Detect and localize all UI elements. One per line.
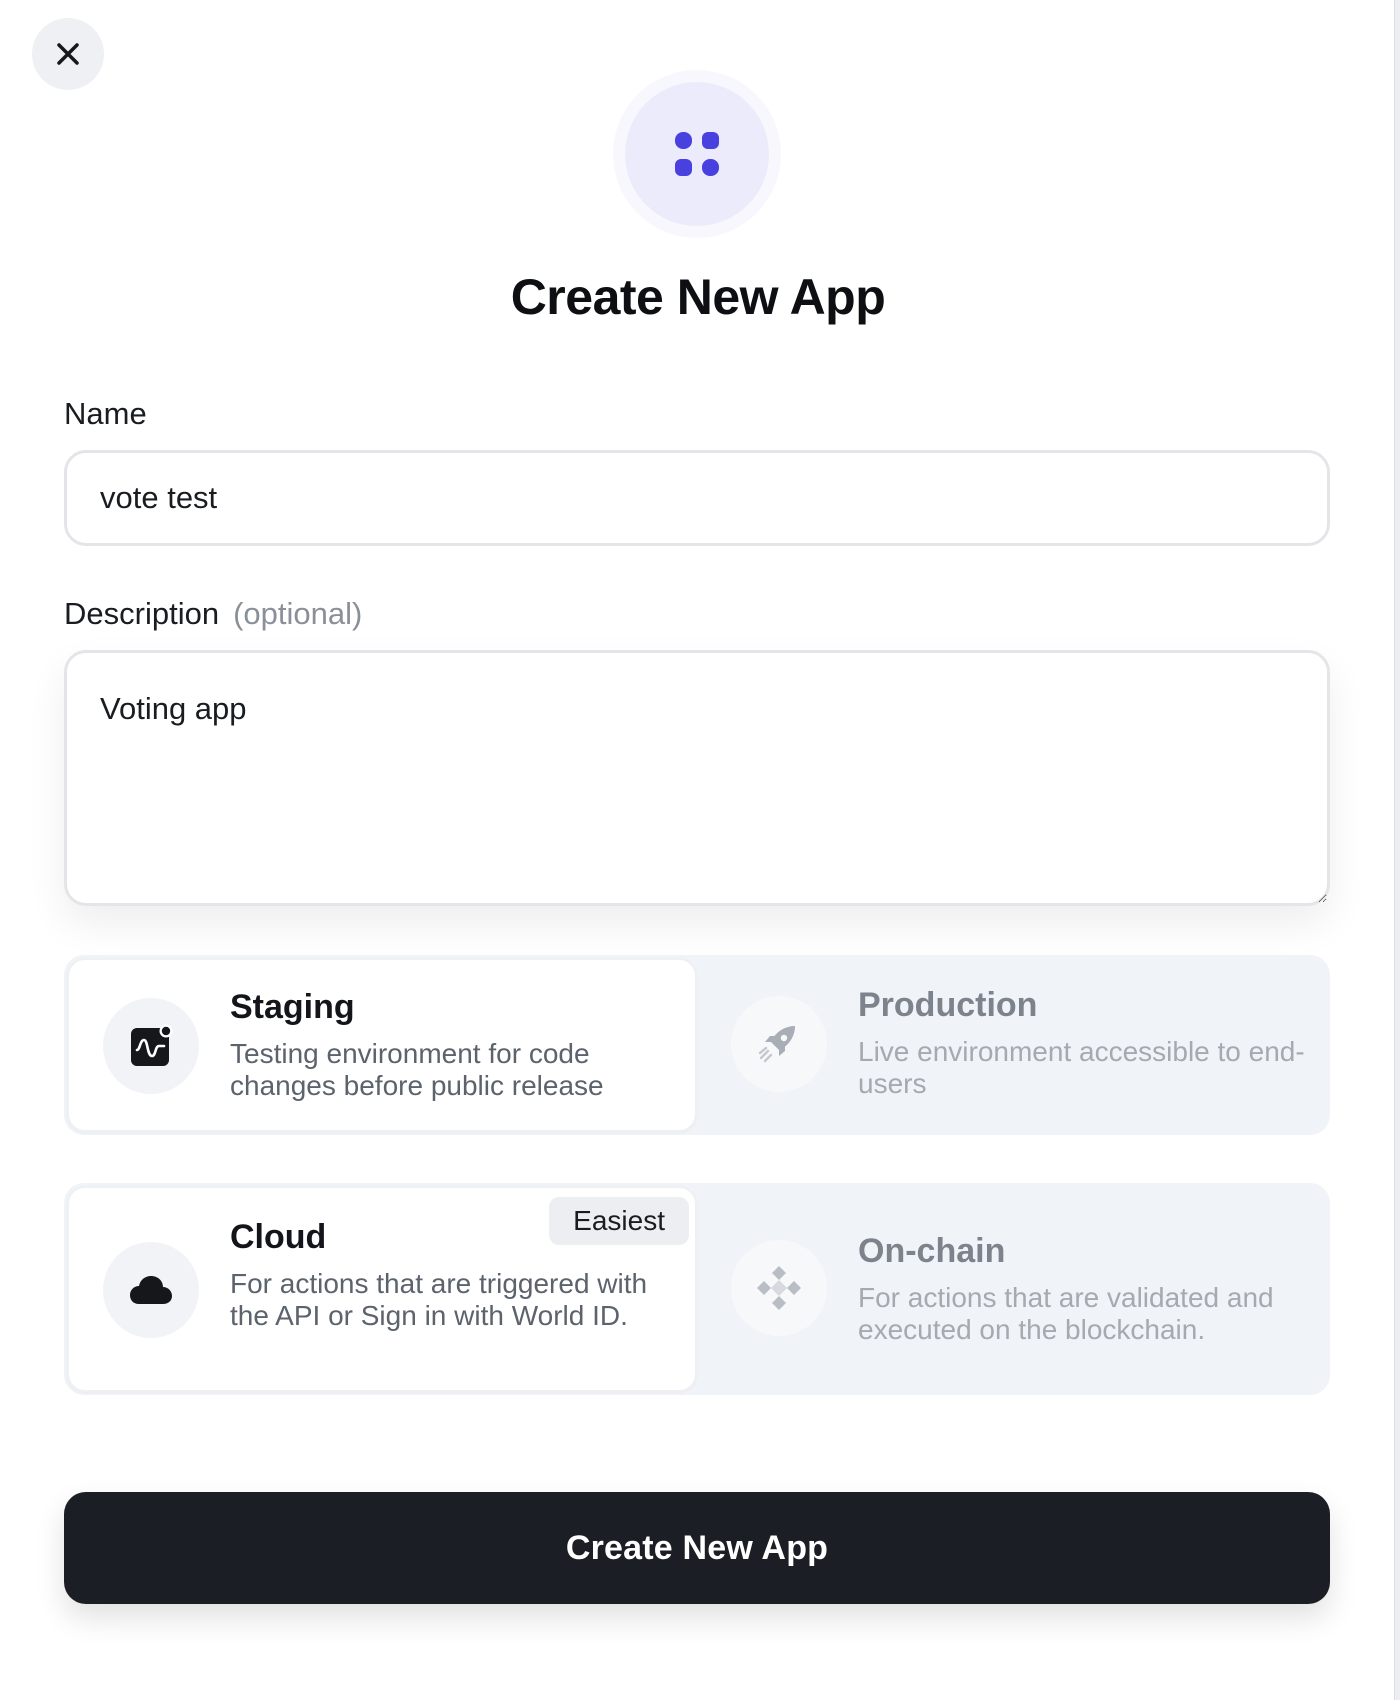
window-edge [1394,0,1400,1700]
rocket-icon [758,1026,795,1063]
easiest-badge: Easiest [549,1197,689,1245]
app-icon-badge [625,82,769,226]
name-label: Name [64,396,147,431]
create-app-dialog: Create New App Name Description (optional… [0,0,1400,1700]
create-app-button[interactable]: Create New App [64,1492,1330,1604]
close-icon [57,43,79,65]
onchain-title: On-chain [858,1232,1006,1270]
cloud-title: Cloud [230,1218,327,1256]
production-icon-badge [731,996,827,1092]
engine-option-onchain[interactable]: On-chain For actions that are validated … [697,1186,1327,1392]
cloud-description: For actions that are triggered with the … [230,1268,648,1331]
staging-icon-badge [103,998,199,1094]
pulse-chip-icon [131,1024,173,1066]
optional-hint: (optional) [233,596,363,631]
ethereum-diamond-icon [757,1266,801,1310]
dialog-title: Create New App [510,269,886,325]
staging-title: Staging [230,988,355,1026]
environment-option-staging[interactable]: Staging Testing environment for code cha… [67,958,697,1132]
description-textarea[interactable]: Voting app [64,650,1330,906]
close-button[interactable] [32,18,104,90]
onchain-description: For actions that are validated and execu… [858,1282,1274,1345]
environment-selector: Staging Testing environment for code cha… [64,955,1330,1135]
onchain-icon-badge [731,1240,827,1336]
cloud-icon-badge [103,1242,199,1338]
production-description: Live environment accessible to end-users [858,1036,1305,1099]
description-label-text: Description [64,596,220,631]
apps-grid-icon [675,132,719,176]
description-label: Description (optional) [64,596,362,632]
engine-selector: Easiest Cloud For actions that are trigg… [64,1183,1330,1395]
engine-option-cloud[interactable]: Easiest Cloud For actions that are trigg… [67,1186,697,1392]
production-title: Production [858,986,1038,1024]
name-input[interactable] [64,450,1330,546]
cloud-icon [130,1276,172,1304]
staging-description: Testing environment for code changes bef… [230,1038,604,1101]
environment-option-production[interactable]: Production Live environment accessible t… [697,958,1327,1132]
